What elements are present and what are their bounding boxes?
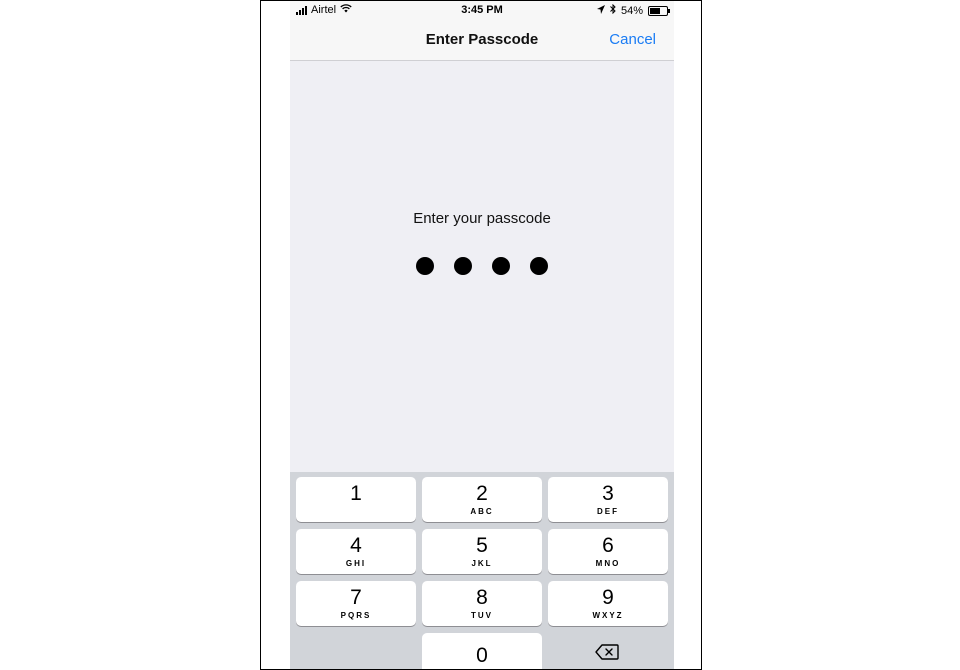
key-letters: PQRS bbox=[340, 611, 372, 620]
key-number: 6 bbox=[602, 534, 614, 557]
key-letters: WXYZ bbox=[592, 611, 624, 620]
key-number: 7 bbox=[350, 586, 362, 609]
screenshot-frame: Airtel 3:45 PM 54% Enter Passcode Cancel… bbox=[260, 0, 702, 670]
key-7[interactable]: 7 PQRS bbox=[296, 581, 416, 626]
backspace-icon bbox=[595, 644, 619, 665]
key-6[interactable]: 6 MNO bbox=[548, 529, 668, 574]
key-9[interactable]: 9 WXYZ bbox=[548, 581, 668, 626]
key-4[interactable]: 4 GHI bbox=[296, 529, 416, 574]
key-2[interactable]: 2 ABC bbox=[422, 477, 542, 522]
battery-percent: 54% bbox=[620, 4, 643, 17]
phone-screen: Airtel 3:45 PM 54% Enter Passcode Cancel… bbox=[290, 1, 674, 669]
passcode-dot bbox=[530, 257, 548, 275]
key-8[interactable]: 8 TUV bbox=[422, 581, 542, 626]
key-letters: ABC bbox=[470, 507, 494, 516]
key-number: 5 bbox=[476, 534, 488, 557]
key-number: 1 bbox=[350, 482, 362, 505]
key-number: 2 bbox=[476, 482, 488, 505]
passcode-dot bbox=[454, 257, 472, 275]
key-1[interactable]: 1 bbox=[296, 477, 416, 522]
numeric-keypad: 1 2 ABC 3 DEF 4 GHI 5 JKL 6 MNO 7 PQRS 8… bbox=[290, 472, 674, 669]
navigation-bar: Enter Passcode Cancel bbox=[290, 21, 674, 61]
cancel-button[interactable]: Cancel bbox=[609, 31, 656, 48]
status-right: 54% bbox=[596, 3, 670, 17]
location-icon bbox=[596, 4, 605, 17]
backspace-button[interactable] bbox=[547, 632, 667, 669]
battery-fill bbox=[650, 7, 660, 14]
key-number: 4 bbox=[350, 534, 362, 557]
key-letters: TUV bbox=[471, 611, 493, 620]
status-bar: Airtel 3:45 PM 54% bbox=[290, 1, 674, 21]
key-letters: MNO bbox=[595, 559, 621, 568]
passcode-dot bbox=[416, 257, 434, 275]
key-letters: JKL bbox=[471, 559, 493, 568]
key-number: 0 bbox=[476, 644, 488, 667]
passcode-dots bbox=[290, 257, 674, 275]
key-5[interactable]: 5 JKL bbox=[422, 529, 542, 574]
key-number: 8 bbox=[476, 586, 488, 609]
key-3[interactable]: 3 DEF bbox=[548, 477, 668, 522]
battery-icon bbox=[648, 5, 670, 16]
bluetooth-icon bbox=[610, 3, 616, 17]
key-letters: DEF bbox=[597, 507, 619, 516]
key-0[interactable]: 0 bbox=[422, 633, 542, 669]
passcode-dot bbox=[492, 257, 510, 275]
key-number: 3 bbox=[602, 482, 614, 505]
key-number: 9 bbox=[602, 586, 614, 609]
passcode-prompt: Enter your passcode bbox=[413, 210, 551, 227]
key-letters: GHI bbox=[345, 559, 367, 568]
